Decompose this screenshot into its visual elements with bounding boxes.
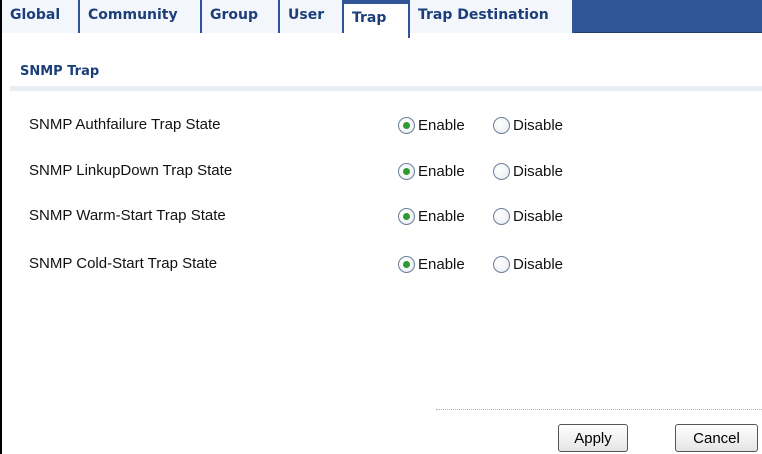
radio-checked-icon[interactable] bbox=[398, 255, 415, 273]
radio-unchecked-icon[interactable] bbox=[493, 162, 510, 180]
enable-radio-option[interactable]: Enable bbox=[398, 254, 465, 274]
radio-unchecked-icon[interactable] bbox=[493, 207, 510, 225]
tab-user[interactable]: User bbox=[280, 0, 344, 33]
radio-checked-icon[interactable] bbox=[398, 207, 415, 225]
tab-bar: Global Community Group User Trap Trap De… bbox=[2, 0, 762, 38]
radio-checked-icon[interactable] bbox=[398, 162, 415, 180]
enable-label: Enable bbox=[418, 116, 465, 134]
enable-label: Enable bbox=[418, 207, 465, 225]
disable-radio-option[interactable]: Disable bbox=[493, 254, 563, 274]
disable-label: Disable bbox=[513, 162, 564, 180]
enable-radio-option[interactable]: Enable bbox=[398, 206, 465, 226]
row-label: SNMP Cold-Start Trap State bbox=[29, 255, 218, 272]
tab-trap-destination[interactable]: Trap Destination bbox=[410, 0, 574, 33]
cancel-button[interactable]: Cancel bbox=[675, 424, 758, 452]
tab-global[interactable]: Global bbox=[2, 0, 80, 33]
disable-radio-option[interactable]: Disable bbox=[493, 161, 563, 181]
trap-row-authfailure: SNMP Authfailure Trap State Enable Disab… bbox=[0, 113, 762, 137]
disable-label: Disable bbox=[513, 207, 564, 225]
enable-radio-option[interactable]: Enable bbox=[398, 161, 465, 181]
enable-label: Enable bbox=[418, 162, 465, 180]
tab-group[interactable]: Group bbox=[202, 0, 280, 33]
row-label: SNMP Warm-Start Trap State bbox=[29, 207, 226, 224]
tab-trap[interactable]: Trap bbox=[344, 4, 410, 38]
disable-radio-option[interactable]: Disable bbox=[493, 206, 563, 226]
row-label: SNMP Authfailure Trap State bbox=[29, 116, 221, 133]
radio-unchecked-icon[interactable] bbox=[493, 255, 510, 273]
tab-community[interactable]: Community bbox=[80, 0, 202, 33]
enable-radio-option[interactable]: Enable bbox=[398, 115, 465, 135]
disable-radio-option[interactable]: Disable bbox=[493, 115, 563, 135]
section-title: SNMP Trap bbox=[20, 64, 100, 79]
section-divider bbox=[10, 86, 762, 91]
disable-label: Disable bbox=[513, 116, 564, 134]
radio-unchecked-icon[interactable] bbox=[493, 116, 510, 134]
disable-label: Disable bbox=[513, 255, 564, 273]
enable-label: Enable bbox=[418, 255, 465, 273]
trap-row-cold-start: SNMP Cold-Start Trap State Enable Disabl… bbox=[0, 252, 762, 276]
radio-checked-icon[interactable] bbox=[398, 116, 415, 134]
trap-row-warm-start: SNMP Warm-Start Trap State Enable Disabl… bbox=[0, 204, 762, 228]
apply-button[interactable]: Apply bbox=[558, 424, 628, 452]
trap-row-linkupdown: SNMP LinkupDown Trap State Enable Disabl… bbox=[0, 159, 762, 183]
row-label: SNMP LinkupDown Trap State bbox=[29, 162, 233, 179]
footer-divider bbox=[436, 409, 762, 410]
